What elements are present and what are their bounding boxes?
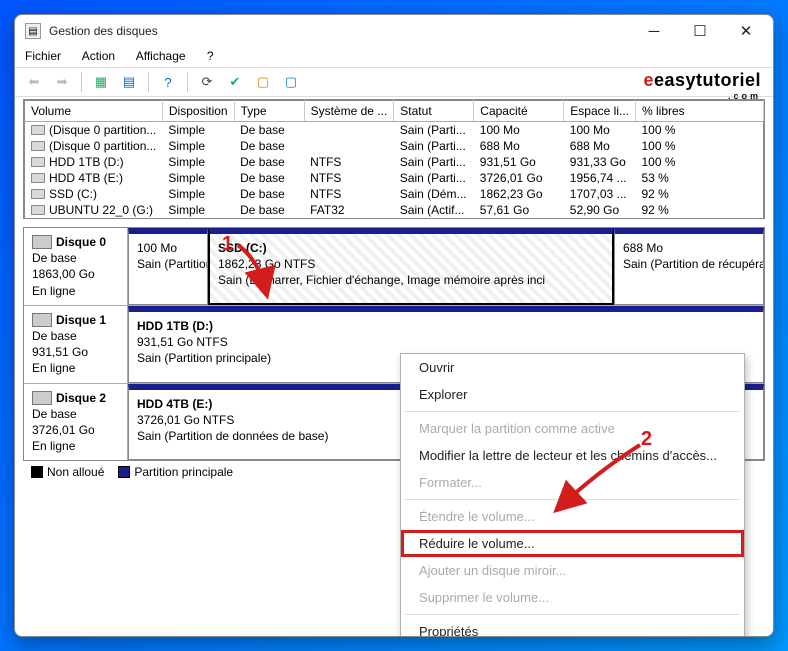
ctx-properties[interactable]: Propriétés [401, 618, 744, 637]
ctx-separator [405, 614, 740, 615]
partition[interactable]: 100 MoSain (Partition du [128, 228, 208, 305]
watermark-brand: eeasytutoriel .com [643, 70, 761, 101]
col-type[interactable]: Type [234, 101, 304, 122]
toolbar-separator [187, 72, 188, 92]
toolbar: ⬅ ➡ ▦ ▤ ? ⟳ ✔ ▢ ▢ eeasytutoriel .com [15, 67, 773, 97]
help-icon[interactable]: ? [157, 71, 179, 93]
disk-label: Disque 2De base3726,01 GoEn ligne [24, 384, 128, 461]
partition-context-menu: Ouvrir Explorer Marquer la partition com… [400, 353, 745, 637]
disk-icon [32, 313, 52, 327]
back-icon: ⬅ [23, 71, 45, 93]
col-capacity[interactable]: Capacité [474, 101, 564, 122]
col-pct[interactable]: % libres [636, 101, 764, 122]
ctx-mark-active: Marquer la partition comme active [401, 415, 744, 442]
menu-view[interactable]: Affichage [136, 49, 186, 63]
action2-icon[interactable]: ▢ [280, 71, 302, 93]
volume-icon [31, 125, 45, 135]
toolbar-separator [81, 72, 82, 92]
menu-file[interactable]: Fichier [25, 49, 61, 63]
col-fs[interactable]: Système de ... [304, 101, 394, 122]
ctx-mirror: Ajouter un disque miroir... [401, 557, 744, 584]
maximize-button[interactable]: ☐ [677, 16, 723, 46]
volume-table-header-row: Volume Disposition Type Système de ... S… [25, 101, 764, 122]
col-volume[interactable]: Volume [25, 101, 163, 122]
panes-icon[interactable]: ▦ [90, 71, 112, 93]
ctx-explore[interactable]: Explorer [401, 381, 744, 408]
partition[interactable]: 688 MoSain (Partition de récupéra [614, 228, 764, 305]
action1-icon[interactable]: ▢ [252, 71, 274, 93]
ctx-separator [405, 411, 740, 412]
menu-action[interactable]: Action [82, 49, 115, 63]
menu-help[interactable]: ? [207, 49, 214, 63]
window-controls: ─ ☐ ✕ [631, 16, 769, 46]
table-row[interactable]: (Disque 0 partition...SimpleDe baseSain … [25, 138, 764, 154]
disk-icon [32, 391, 52, 405]
table-row[interactable]: HDD 1TB (D:)SimpleDe baseNTFSSain (Parti… [25, 154, 764, 170]
table-row[interactable]: UBUNTU 22_0 (G:)SimpleDe baseFAT32Sain (… [25, 202, 764, 219]
ctx-change-letter[interactable]: Modifier la lettre de lecteur et les che… [401, 442, 744, 469]
partition-selected[interactable]: SSD (C:)1862,23 Go NTFSSain (Démarrer, F… [208, 228, 614, 305]
col-status[interactable]: Statut [394, 101, 474, 122]
col-disposition[interactable]: Disposition [162, 101, 234, 122]
properties-icon[interactable]: ▤ [118, 71, 140, 93]
disk-bars: 100 MoSain (Partition duSSD (C:)1862,23 … [128, 228, 764, 305]
disk-label: Disque 1De base931,51 GoEn ligne [24, 306, 128, 383]
forward-icon: ➡ [51, 71, 73, 93]
col-free[interactable]: Espace li... [564, 101, 636, 122]
table-row[interactable]: HDD 4TB (E:)SimpleDe baseNTFSSain (Parti… [25, 170, 764, 186]
apply-icon[interactable]: ✔ [224, 71, 246, 93]
ctx-separator [405, 499, 740, 500]
legend-primary: Partition principale [118, 465, 233, 479]
disk-label: Disque 0De base1863,00 GoEn ligne [24, 228, 128, 305]
legend-unallocated: Non alloué [31, 465, 104, 479]
close-button[interactable]: ✕ [723, 16, 769, 46]
toolbar-separator [148, 72, 149, 92]
disk-row: Disque 0De base1863,00 GoEn ligne100 MoS… [24, 228, 764, 305]
refresh-icon[interactable]: ⟳ [196, 71, 218, 93]
volume-icon [31, 157, 45, 167]
ctx-open[interactable]: Ouvrir [401, 354, 744, 381]
volume-icon [31, 205, 45, 215]
ctx-format: Formater... [401, 469, 744, 496]
ctx-shrink[interactable]: Réduire le volume... [401, 530, 744, 557]
disk-mgmt-icon: ▤ [25, 23, 41, 39]
window-title: Gestion des disques [49, 24, 631, 38]
disk-icon [32, 235, 52, 249]
volume-table: Volume Disposition Type Système de ... S… [24, 100, 764, 219]
ctx-delete: Supprimer le volume... [401, 584, 744, 611]
menubar: Fichier Action Affichage ? [15, 47, 773, 67]
volume-icon [31, 189, 45, 199]
table-row[interactable]: (Disque 0 partition...SimpleDe baseSain … [25, 122, 764, 139]
disk-management-window: ▤ Gestion des disques ─ ☐ ✕ Fichier Acti… [14, 14, 774, 637]
minimize-button[interactable]: ─ [631, 16, 677, 46]
volume-table-container: Volume Disposition Type Système de ... S… [23, 99, 765, 219]
volume-icon [31, 141, 45, 151]
volume-icon [31, 173, 45, 183]
table-row[interactable]: SSD (C:)SimpleDe baseNTFSSain (Dém...186… [25, 186, 764, 202]
titlebar: ▤ Gestion des disques ─ ☐ ✕ [15, 15, 773, 47]
ctx-extend: Étendre le volume... [401, 503, 744, 530]
